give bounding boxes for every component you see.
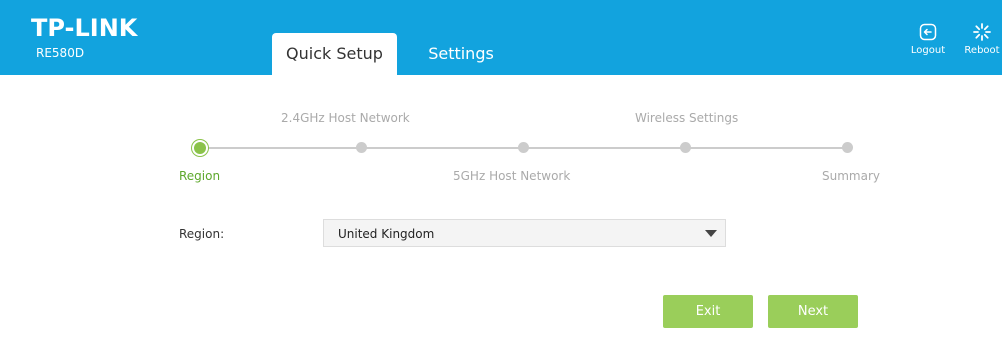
step-label-region: Region — [179, 169, 221, 183]
exit-button[interactable]: Exit — [663, 295, 753, 328]
step-dot-5ghz — [518, 142, 529, 153]
step-label-5ghz: 5GHz Host Network — [453, 169, 571, 183]
next-button[interactable]: Next — [768, 295, 858, 328]
region-select-value: United Kingdom — [338, 227, 435, 241]
step-dot-24ghz — [356, 142, 367, 153]
step-label-summary: Summary — [822, 169, 880, 183]
step-label-wireless: Wireless Settings — [635, 111, 739, 125]
region-select[interactable]: United Kingdom — [323, 219, 726, 247]
region-field-label: Region: — [179, 227, 225, 241]
step-label-24ghz: 2.4GHz Host Network — [281, 111, 410, 125]
step-dot-wireless — [680, 142, 691, 153]
step-dot-summary — [842, 142, 853, 153]
wizard-progress: Region 2.4GHz Host Network 5GHz Host Net… — [0, 0, 1002, 200]
step-dot-region — [194, 142, 206, 154]
chevron-down-icon — [705, 230, 717, 237]
